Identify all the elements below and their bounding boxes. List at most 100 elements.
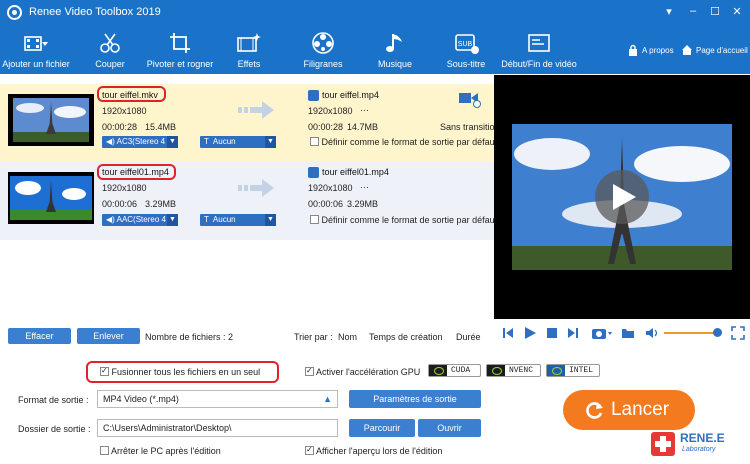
rotate-crop-button[interactable]: Pivoter et rogner [144,26,216,74]
cut-label: Couper [95,59,125,69]
minimize-button[interactable]: – [685,5,701,17]
file-row[interactable]: tour eiffel01.mp4 1920x1080 00:00:06 3.2… [0,162,497,240]
shutdown-checkbox[interactable] [100,446,109,456]
play-icon[interactable] [524,326,537,340]
preview-label: Afficher l'aperçu lors de l'édition [316,446,443,456]
subtitle-label: Sous-titre [446,59,486,69]
gpu-option[interactable]: Activer l'accélération GPU [305,366,421,377]
cut-button[interactable]: Couper [84,26,136,74]
file-row[interactable]: tour eiffel.mkv 1920x1080 00:00:28 15.4M… [0,84,497,162]
skip-back-icon[interactable] [502,327,514,339]
shutdown-option[interactable]: Arrêter le PC après l'édition [100,446,221,456]
speaker-icon: ◀) [106,137,115,146]
output-settings-button[interactable]: Paramètres de sortie [349,390,481,408]
video-thumbnail[interactable] [8,94,94,146]
stop-icon[interactable] [547,328,557,338]
file-list: tour eiffel.mkv 1920x1080 00:00:28 15.4M… [0,75,497,319]
subtitle-select[interactable]: T Aucun ▼ [200,136,276,148]
subtitle-value: Aucun [212,215,236,224]
brand-sub: Laboratory [682,446,716,453]
volume-slider[interactable] [664,328,723,337]
home-link[interactable]: Page d'accueil [696,46,748,55]
text-icon: T [204,215,209,224]
audio-track-value: AC3(Stereo 4 [116,137,166,146]
launch-button[interactable]: Lancer [563,390,695,430]
nvidia-logo-icon [487,365,505,376]
gpu-checkbox[interactable] [305,366,314,377]
chevron-down-icon: ▼ [167,214,178,226]
gpu-label: Activer l'accélération GPU [316,367,421,377]
transition-icon[interactable] [458,90,482,108]
music-label: Musique [377,59,413,69]
volume-knob[interactable] [713,328,723,337]
watermark-icon [312,32,334,54]
edit-output-icon[interactable] [308,90,319,101]
add-file-icon [24,36,48,51]
chevron-up-icon: ▲ [323,394,332,404]
brand-logo: RENE.E Laboratory [648,429,748,461]
effects-button[interactable]: Effets [226,26,272,74]
intro-outro-button[interactable]: Début/Fin de vidéo [500,26,578,74]
list-action-bar: Effacer Enlever Nombre de fichiers : 2 T… [0,319,494,347]
watermark-button[interactable]: Filigranes [298,26,348,74]
video-preview[interactable] [494,75,750,319]
nvenc-badge: NVENC [486,364,541,377]
default-format-option[interactable]: Définir comme le format de sortie par dé… [310,137,497,147]
cuda-label: CUDA [451,366,471,375]
camera-icon[interactable] [591,326,613,340]
audio-track-select[interactable]: ◀) AAC(Stereo 4 ▼ [102,214,178,226]
preview-checkbox[interactable] [305,445,314,456]
audio-track-select[interactable]: ◀) AC3(Stereo 4 ▼ [102,136,178,148]
output-more-button[interactable]: ··· [360,105,369,115]
add-file-button[interactable]: Ajouter un fichier [0,26,72,74]
intel-label: INTEL [569,366,594,375]
music-note-icon [386,34,402,52]
output-more-button[interactable]: ··· [360,182,369,192]
lock-icon [629,44,637,56]
sort-by-duration[interactable]: Durée [456,332,481,342]
browse-button[interactable]: Parcourir [349,419,415,437]
text-icon: T [204,137,209,146]
intro-outro-icon [528,34,550,52]
default-format-checkbox[interactable] [310,215,319,225]
maximize-button[interactable]: ☐ [707,5,723,18]
format-select[interactable]: MP4 Video (*.mp4) ▲ [97,390,338,408]
highlight-outline [86,361,279,383]
default-format-checkbox[interactable] [310,137,319,147]
sort-label: Trier par : [294,332,333,342]
chevron-down-icon: ▼ [265,214,276,226]
output-resolution: 1920x1080 [308,106,353,116]
folder-icon[interactable] [621,327,635,339]
brand-cross-icon [651,432,675,456]
rotate-crop-label: Pivoter et rogner [146,59,214,69]
app-logo-icon [7,5,22,20]
nvenc-label: NVENC [509,366,534,375]
output-duration: 00:00:28 [308,122,344,132]
window-title: Renee Video Toolbox 2019 [29,6,161,18]
remove-button[interactable]: Enlever [77,328,140,344]
skip-forward-icon[interactable] [567,327,579,339]
preview-option[interactable]: Afficher l'aperçu lors de l'édition [305,445,443,456]
menu-dropdown-button[interactable]: ▾ [661,5,677,18]
default-format-option[interactable]: Définir comme le format de sortie par dé… [310,215,497,225]
sort-by-name[interactable]: Nom [338,332,357,342]
nvidia-logo-icon [429,365,447,376]
music-button[interactable]: Musique [372,26,418,74]
open-folder-button[interactable]: Ouvrir [418,419,481,437]
video-thumbnail[interactable] [8,172,94,224]
sort-by-created[interactable]: Temps de création [369,332,443,342]
fullscreen-icon[interactable] [731,326,745,340]
intel-logo-icon [547,365,565,376]
output-folder-field[interactable]: C:\Users\Administrator\Desktop\ [97,419,338,437]
output-size: 3.29MB [347,199,379,209]
volume-level [664,332,718,334]
edit-output-icon[interactable] [308,167,319,178]
about-link[interactable]: A propos [642,46,674,55]
subtitle-select[interactable]: T Aucun ▼ [200,214,276,226]
clear-button[interactable]: Effacer [8,328,71,344]
close-button[interactable]: ✕ [729,5,745,18]
effects-icon [237,33,261,52]
subtitle-button[interactable]: SUB Sous-titre [440,26,492,74]
default-format-label: Définir comme le format de sortie par dé… [321,215,498,225]
volume-icon[interactable] [645,327,659,339]
